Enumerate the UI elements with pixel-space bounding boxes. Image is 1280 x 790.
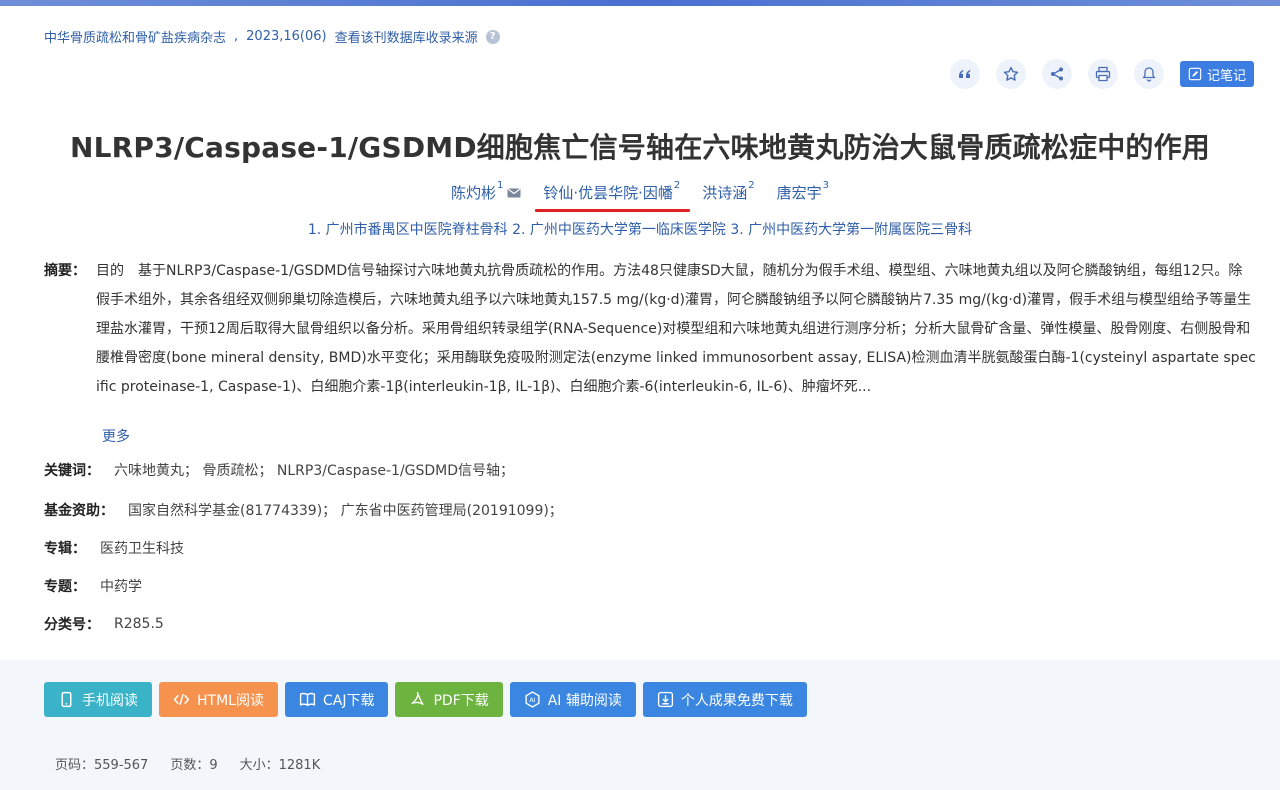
phone-icon [61,691,72,708]
quote-icon[interactable] [949,59,980,89]
abstract-more-link[interactable]: 更多 [102,426,130,446]
author-link[interactable]: 陈灼彬 1 [451,180,521,203]
take-note-label: 记笔记 [1206,68,1246,84]
funding-list[interactable]: 国家自然科学基金(81774339)； 广东省中医药管理局(20191099)； [128,500,563,520]
classification-value: R285.5 [114,616,164,632]
personal-download-button[interactable]: 个人成果免费下载 [642,682,807,717]
series-label: 专辑： [44,541,86,557]
topic-label: 专题： [44,579,86,595]
funding-label: 基金资助： [44,503,114,519]
download-buttons: 手机阅读 HTML阅读 CAJ下载 PDF下载 AI AI 辅助阅读 个人成果免… [44,682,807,717]
abstract-text: 目的 基于NLRP3/Caspase-1/GSDMD信号轴探讨六味地黄丸抗骨质疏… [96,263,1256,395]
funding-row: 基金资助： 国家自然科学基金(81774339)； 广东省中医药管理局(2019… [44,500,563,520]
source-line: 中华骨质疏松和骨矿盐疾病杂志 , 2023,16(06) 查看该刊数据库收录来源… [44,27,500,46]
series-value: 医药卫生科技 [100,541,184,557]
author-list: 陈灼彬 1 铃仙·优昙华院·因幡 2 洪诗涵 2 唐宏宇 3 [0,180,1280,212]
source-separator: , [234,29,239,44]
page-count: 页数：9 [170,758,218,773]
top-accent-bar [0,0,1280,6]
series-row: 专辑： 医药卫生科技 [44,538,184,558]
help-icon[interactable]: ? [485,29,500,44]
author-link[interactable]: 洪诗涵 2 [702,180,754,203]
abstract-section: 摘要： 目的 基于NLRP3/Caspase-1/GSDMD信号轴探讨六味地黄丸… [44,257,1260,402]
file-size: 大小：1281K [239,758,321,773]
pdf-download-button[interactable]: PDF下载 [395,682,503,717]
keywords-label: 关键词： [44,463,100,479]
mobile-read-button[interactable]: 手机阅读 [44,682,152,717]
author-link[interactable]: 唐宏宇 3 [777,180,829,203]
star-icon[interactable] [995,59,1026,89]
keywords-list[interactable]: 六味地黄丸； 骨质疏松； NLRP3/Caspase-1/GSDMD信号轴； [114,460,514,480]
svg-text:AI: AI [529,696,535,704]
page-range: 页码：559-567 [55,758,149,773]
journal-link[interactable]: 中华骨质疏松和骨矿盐疾病杂志 [44,27,226,46]
database-source-link[interactable]: 查看该刊数据库收录来源 [335,27,478,46]
download-icon [657,691,673,708]
book-icon [299,692,316,707]
pdf-icon [411,691,424,705]
share-icon[interactable] [1041,59,1072,89]
code-icon [173,693,190,706]
ai-read-button[interactable]: AI AI 辅助阅读 [509,682,636,717]
article-toolbar: 记笔记 [949,59,1254,89]
classification-label: 分类号： [44,617,100,633]
bell-icon[interactable] [1133,59,1164,89]
classification-row: 分类号： R285.5 [44,614,164,634]
file-stats: 页码：559-567 页数：9 大小：1281K [55,754,320,773]
article-title: NLRP3/Caspase-1/GSDMD细胞焦亡信号轴在六味地黄丸防治大鼠骨质… [70,131,1210,164]
topic-row: 专题： 中药学 [44,576,142,596]
author-link[interactable]: 铃仙·优昙华院·因幡 2 [535,180,691,212]
take-note-button[interactable]: 记笔记 [1179,61,1254,87]
affiliations[interactable]: 1. 广州市番禺区中医院脊柱骨科 2. 广州中医药大学第一临床医学院 3. 广州… [0,219,1280,239]
ai-icon: AI [525,691,540,708]
issue-link[interactable]: 2023,16(06) [246,29,326,44]
topic-value: 中药学 [100,579,142,595]
edit-icon [1188,67,1202,81]
abstract-label: 摘要： [44,263,86,279]
print-icon[interactable] [1087,59,1118,89]
caj-download-button[interactable]: CAJ下载 [284,682,389,717]
keywords-row: 关键词： 六味地黄丸； 骨质疏松； NLRP3/Caspase-1/GSDMD信… [44,460,514,480]
html-read-button[interactable]: HTML阅读 [159,682,278,717]
mail-icon[interactable] [507,188,521,198]
